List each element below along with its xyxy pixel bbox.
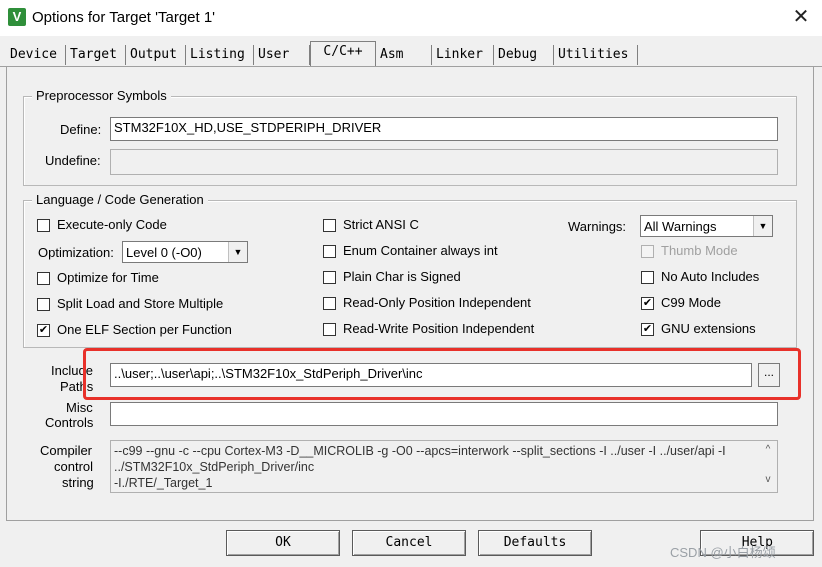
defaults-button[interactable]: Defaults [478, 530, 592, 556]
no-auto-includes-checkbox[interactable] [641, 271, 654, 284]
gnu-extensions-label: GNU extensions [661, 321, 756, 336]
plain-char-label: Plain Char is Signed [343, 269, 461, 284]
warnings-value: All Warnings [644, 219, 717, 234]
optimization-label: Optimization: [38, 245, 114, 260]
misc-controls-field[interactable] [110, 402, 778, 426]
tab-utilities[interactable]: Utilities [554, 45, 638, 65]
enum-container-checkbox[interactable] [323, 245, 336, 258]
compiler-string-line1: --c99 --gnu -c --cpu Cortex-M3 -D__MICRO… [114, 444, 726, 458]
one-elf-checkbox[interactable]: ✔ [37, 324, 50, 337]
scroll-up-icon[interactable]: ^ [760, 444, 776, 455]
gnu-extensions-checkbox[interactable]: ✔ [641, 323, 654, 336]
tab-target[interactable]: Target [66, 45, 126, 65]
tab-user[interactable]: User [254, 45, 310, 65]
c99-mode-checkbox[interactable]: ✔ [641, 297, 654, 310]
enum-container-label: Enum Container always int [343, 243, 498, 258]
optimization-select[interactable]: Level 0 (-O0) ▼ [122, 241, 248, 263]
strict-ansi-checkbox[interactable] [323, 219, 336, 232]
cancel-button[interactable]: Cancel [352, 530, 466, 556]
undefine-label: Undefine: [45, 153, 101, 168]
tab-listing[interactable]: Listing [186, 45, 254, 65]
one-elf-label: One ELF Section per Function [57, 322, 232, 337]
compiler-label-line3: string [62, 475, 94, 490]
chevron-down-icon: ▼ [753, 216, 772, 236]
no-auto-includes-label: No Auto Includes [661, 269, 760, 284]
close-icon[interactable]: ✕ [790, 6, 812, 28]
warnings-select[interactable]: All Warnings ▼ [640, 215, 773, 237]
undefine-field[interactable] [110, 149, 778, 175]
compiler-label-line2: control [54, 459, 94, 474]
define-field[interactable]: STM32F10X_HD,USE_STDPERIPH_DRIVER [110, 117, 778, 141]
define-label: Define: [60, 122, 102, 137]
ro-pi-label: Read-Only Position Independent [343, 295, 531, 310]
misc-label-line2: Controls [45, 415, 94, 430]
ok-button[interactable]: OK [226, 530, 340, 556]
window-title: Options for Target 'Target 1' [32, 9, 216, 26]
rw-pi-checkbox[interactable] [323, 323, 336, 336]
ro-pi-checkbox[interactable] [323, 297, 336, 310]
tab-device[interactable]: Device [6, 45, 66, 65]
keil-uvision-icon: V [8, 8, 26, 26]
split-load-checkbox[interactable] [37, 298, 50, 311]
optimization-value: Level 0 (-O0) [126, 245, 202, 260]
highlight-box [83, 348, 801, 400]
tab-linker[interactable]: Linker [432, 45, 494, 65]
preprocessor-group-title: Preprocessor Symbols [32, 88, 171, 103]
compiler-label-line1: Compiler [40, 443, 93, 458]
tab-c-cpp[interactable]: C/C++ [310, 41, 376, 67]
thumb-mode-label: Thumb Mode [661, 243, 738, 258]
strict-ansi-label: Strict ANSI C [343, 217, 419, 232]
split-load-label: Split Load and Store Multiple [57, 296, 224, 311]
scroll-down-icon[interactable]: v [760, 474, 776, 485]
tab-output[interactable]: Output [126, 45, 186, 65]
thumb-mode-checkbox [641, 245, 654, 258]
tab-asm[interactable]: Asm [376, 45, 432, 65]
warnings-label: Warnings: [568, 219, 627, 234]
watermark-text: CSDN @小白杨颂 [670, 545, 776, 560]
chevron-down-icon: ▼ [228, 242, 247, 262]
misc-label-line1: Misc [66, 400, 93, 415]
c99-mode-label: C99 Mode [661, 295, 721, 310]
optimize-time-checkbox[interactable] [37, 272, 50, 285]
language-group-title: Language / Code Generation [32, 192, 208, 207]
execute-only-label: Execute-only Code [57, 217, 167, 232]
plain-char-checkbox[interactable] [323, 271, 336, 284]
compiler-string-line3: -I./RTE/_Target_1 [114, 476, 213, 490]
rw-pi-label: Read-Write Position Independent [343, 321, 535, 336]
compiler-control-string[interactable]: --c99 --gnu -c --cpu Cortex-M3 -D__MICRO… [110, 440, 778, 493]
optimize-time-label: Optimize for Time [57, 270, 159, 285]
execute-only-checkbox[interactable] [37, 219, 50, 232]
compiler-string-line2: ../STM32F10x_StdPeriph_Driver/inc [114, 460, 315, 474]
tab-debug[interactable]: Debug [494, 45, 554, 65]
